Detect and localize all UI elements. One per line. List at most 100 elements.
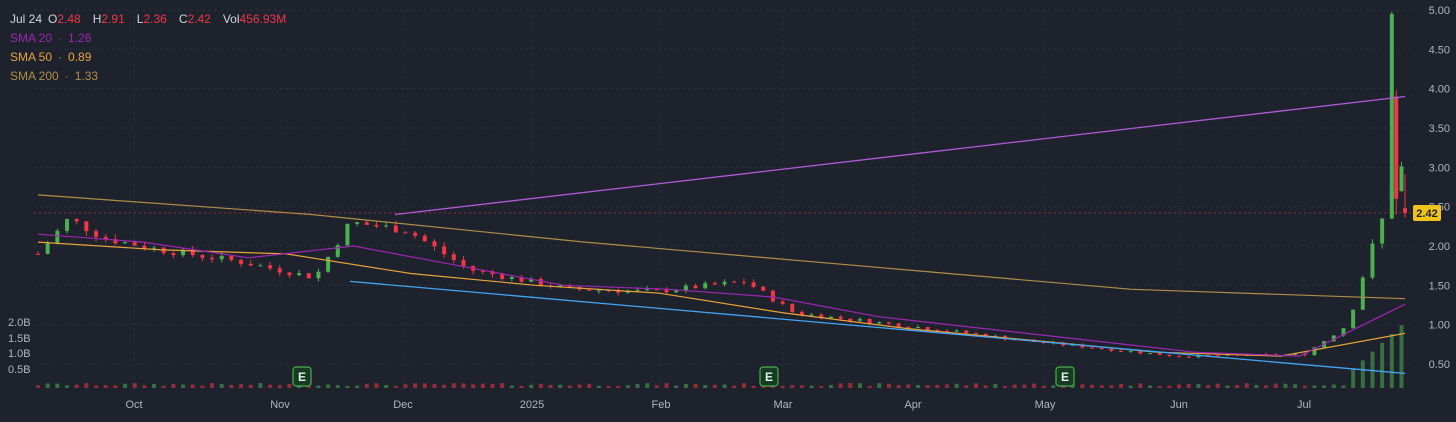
sma200-line xyxy=(37,194,1406,300)
volume-bar xyxy=(74,384,79,388)
legend-date: Jul 24 xyxy=(10,12,43,26)
candle-body xyxy=(84,221,89,232)
volume-bar xyxy=(1128,385,1133,388)
candle-body xyxy=(500,274,505,279)
candle-body xyxy=(364,222,369,225)
volume-bar xyxy=(239,383,244,388)
low-value: L2.36 xyxy=(136,12,167,26)
volume-bar xyxy=(1196,384,1201,388)
volume-bar xyxy=(1273,383,1278,388)
candle-body xyxy=(326,256,331,272)
volume-bar xyxy=(471,384,476,388)
volume-bar xyxy=(84,383,89,388)
candle-body xyxy=(451,254,456,261)
candle-body xyxy=(712,283,717,285)
volume-bar xyxy=(1041,385,1046,388)
sma50-value: 0.89 xyxy=(68,50,92,64)
candle-body xyxy=(1380,218,1385,244)
candle-body xyxy=(239,260,244,264)
sma200-value: 1.33 xyxy=(74,69,99,83)
volume-bar xyxy=(877,383,882,388)
volume-bar xyxy=(461,383,466,388)
volume-bar xyxy=(558,384,563,388)
volume-bar xyxy=(1254,385,1259,388)
volume-bar xyxy=(500,383,505,388)
candle-body xyxy=(664,289,669,293)
candle-body xyxy=(915,327,920,329)
sma50-label: SMA 50 xyxy=(10,50,53,64)
candle-body xyxy=(1138,351,1143,354)
earnings-marker[interactable]: E xyxy=(292,366,312,387)
volume-bar xyxy=(780,385,785,388)
candle-body xyxy=(683,285,688,291)
x-tick-label: Dec xyxy=(393,399,413,411)
volume-bar xyxy=(567,385,572,388)
volume-bar xyxy=(935,384,940,388)
volume-bar xyxy=(229,384,234,388)
y-tick-label: 0.50 xyxy=(1429,359,1450,371)
sma200-legend[interactable]: SMA 200 · 1.33 xyxy=(10,67,292,86)
candle-body xyxy=(335,245,340,257)
close-value: C2.42 xyxy=(178,12,211,26)
volume-bar xyxy=(1293,384,1298,388)
x-tick-label: May xyxy=(1035,399,1056,411)
candle-body xyxy=(1360,277,1365,310)
sma200-label: SMA 200 xyxy=(10,69,59,83)
sma50-legend[interactable]: SMA 50 · 0.89 xyxy=(10,48,292,67)
volume-bar xyxy=(925,385,930,388)
volume-bar xyxy=(1032,383,1037,388)
candle-body xyxy=(461,260,466,266)
last-price-label: 2.42 xyxy=(1416,208,1437,220)
volume-bar xyxy=(55,383,60,388)
volume-tick-label: 1.5B xyxy=(8,333,31,345)
x-tick-label: Oct xyxy=(125,399,142,411)
volume-bar xyxy=(577,384,582,388)
volume-bar xyxy=(973,383,978,388)
volume-bar xyxy=(838,383,843,388)
volume-bar xyxy=(45,383,50,388)
volume-bar xyxy=(1351,369,1356,388)
volume-bar xyxy=(1186,383,1191,388)
candle-body xyxy=(152,247,157,249)
volume-bar xyxy=(384,384,389,388)
candle-body xyxy=(1215,355,1220,357)
candle-body xyxy=(635,289,640,291)
volume-bar xyxy=(896,385,901,388)
lower-trendline xyxy=(349,280,1406,375)
candle-body xyxy=(1148,353,1153,355)
candle-body xyxy=(703,283,708,289)
candle-body xyxy=(1119,350,1124,352)
sma50-line xyxy=(37,241,1406,357)
volume-bar xyxy=(606,385,611,388)
volume-bar xyxy=(1109,385,1114,388)
volume-bar xyxy=(1051,385,1056,388)
volume-bar xyxy=(509,385,514,388)
candle-body xyxy=(374,224,379,227)
candle-body xyxy=(248,263,253,266)
volume-bar xyxy=(442,384,447,388)
candle-body xyxy=(741,282,746,284)
y-tick-label: 4.00 xyxy=(1429,84,1450,96)
volume-bar xyxy=(258,383,263,388)
volume-bar xyxy=(200,385,205,388)
volume-bar xyxy=(741,383,746,388)
volume-bar xyxy=(732,385,737,388)
volume-bar xyxy=(490,383,495,388)
volume-bar xyxy=(345,385,350,388)
volume-bar xyxy=(364,383,369,388)
volume-bar xyxy=(152,384,157,388)
candle-body xyxy=(277,268,282,273)
candle-body xyxy=(1128,351,1133,353)
earnings-marker[interactable]: E xyxy=(759,366,779,387)
volume-bar xyxy=(132,383,137,388)
volume-bar xyxy=(548,384,553,388)
volume-bar xyxy=(616,385,621,388)
volume-bar xyxy=(587,383,592,388)
candle-body xyxy=(403,232,408,234)
sma20-legend[interactable]: SMA 20 · 1.26 xyxy=(10,29,292,48)
volume-bar xyxy=(906,384,911,388)
volume-bar xyxy=(848,383,853,388)
volume-bar xyxy=(519,385,524,388)
earnings-marker[interactable]: E xyxy=(1055,366,1075,387)
candle-body xyxy=(306,273,311,279)
